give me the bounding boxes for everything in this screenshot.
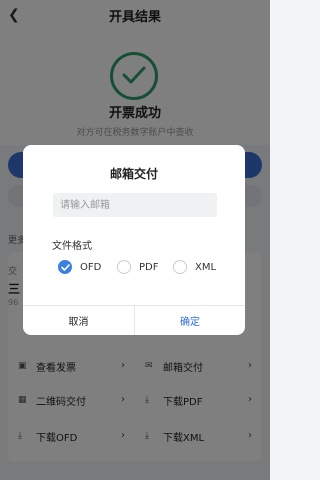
radio-checked-icon[interactable] — [58, 260, 72, 274]
format-label: PDF — [139, 261, 159, 273]
format-label: OFD — [80, 261, 102, 273]
radio-unchecked-icon[interactable] — [173, 260, 187, 274]
file-format-options: OFD PDF XML — [58, 259, 238, 275]
cancel-button[interactable]: 取消 — [23, 306, 134, 335]
format-option-xml[interactable]: XML — [173, 259, 216, 275]
radio-unchecked-icon[interactable] — [117, 260, 131, 274]
email-input[interactable] — [53, 193, 217, 217]
format-option-ofd[interactable]: OFD — [58, 259, 101, 275]
file-format-label: 文件格式 — [52, 241, 92, 252]
dialog-title: 邮箱交付 — [109, 167, 158, 181]
email-delivery-dialog: 邮箱交付 文件格式 OFD PDF XML 取消 确定 — [23, 145, 245, 335]
confirm-button[interactable]: 确定 — [135, 306, 245, 335]
format-label: XML — [195, 261, 217, 273]
format-option-pdf[interactable]: PDF — [117, 259, 158, 275]
